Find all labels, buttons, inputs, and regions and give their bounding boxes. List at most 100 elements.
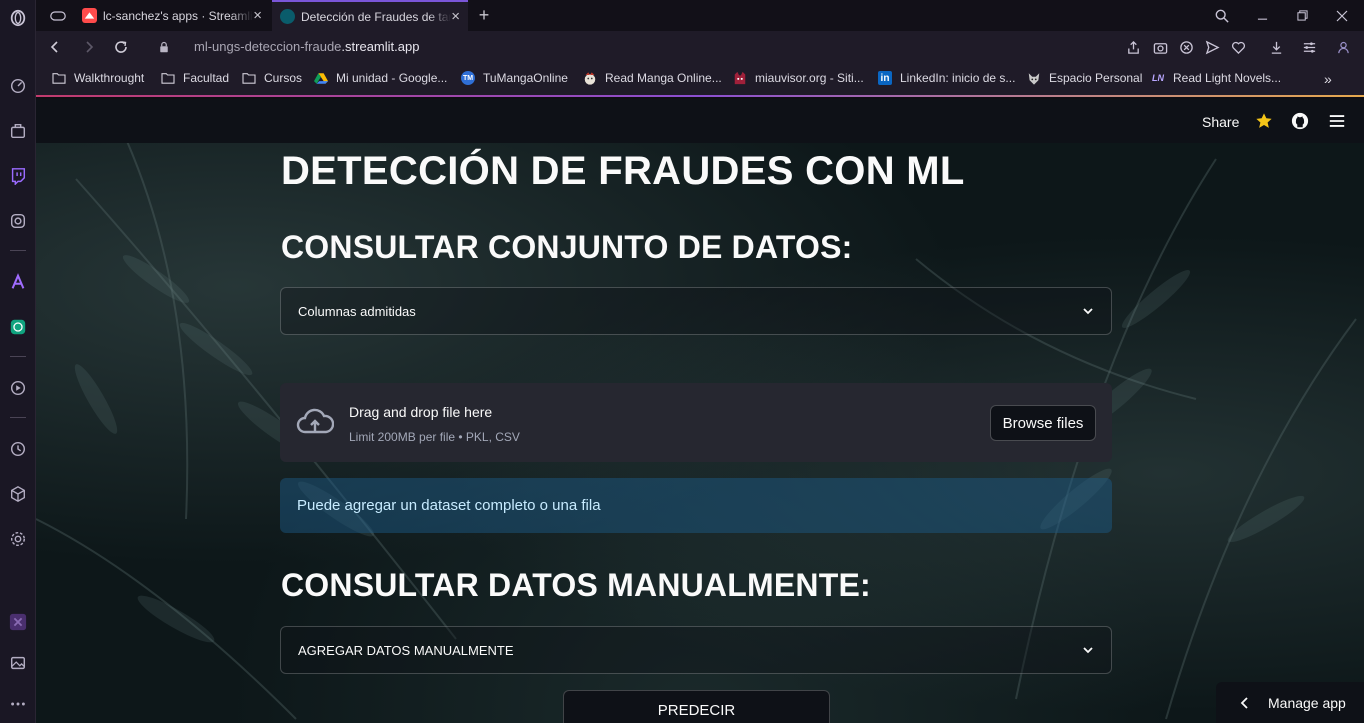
share-page-icon[interactable]	[1123, 37, 1143, 57]
bookmark-label: Walkthrought	[74, 71, 145, 85]
columns-expander[interactable]: Columnas admitidas	[280, 287, 1112, 335]
tmo-icon: TM	[461, 71, 475, 85]
tab-fraud-detection[interactable]: Detección de Fraudes de tarjetas ×	[272, 0, 468, 31]
manage-app-label: Manage app	[1268, 694, 1346, 711]
folder-icon	[242, 71, 256, 85]
manual-data-expander[interactable]: AGREGAR DATOS MANUALMENTE	[280, 626, 1112, 674]
app-favicon-icon	[280, 9, 295, 24]
bookmark-walkthrought[interactable]: Walkthrought	[52, 71, 144, 85]
tab-close-icon[interactable]: ×	[451, 8, 460, 25]
sidebar-divider	[10, 250, 26, 251]
predict-button[interactable]: PREDECIR	[563, 690, 830, 723]
linkedin-icon: in	[878, 71, 892, 85]
star-icon[interactable]	[1255, 112, 1273, 130]
bookmark-label: Read Light Novels...	[1173, 71, 1282, 85]
profile-app-icon[interactable]	[5, 609, 31, 635]
account-icon[interactable]	[1333, 37, 1353, 57]
tab-search-icon[interactable]	[1202, 0, 1242, 31]
cloud-upload-icon	[296, 408, 334, 434]
tab-streamlit-apps[interactable]: lc-sanchez's apps · Streamlit ×	[74, 0, 270, 31]
heart-icon[interactable]	[1228, 37, 1248, 57]
bookmark-label: Facultad	[183, 71, 230, 85]
bookmark-linkedin[interactable]: in LinkedIn: inicio de s...	[878, 71, 1015, 85]
more-dots-icon[interactable]	[5, 691, 31, 717]
minimize-icon[interactable]	[1242, 0, 1282, 31]
info-alert: Puede agregar un dataset completo o una …	[280, 478, 1112, 533]
player-icon[interactable]	[5, 375, 31, 401]
bookmark-label: Mi unidad - Google...	[336, 71, 448, 85]
gallery-icon[interactable]	[5, 650, 31, 676]
opera-logo-icon[interactable]	[5, 5, 31, 31]
streamlit-favicon-icon	[82, 8, 97, 23]
bookmark-espacio-personal[interactable]: Espacio Personal	[1027, 71, 1142, 85]
bookmarks-overflow-button[interactable]: »	[1324, 71, 1332, 87]
settings-gear-icon[interactable]	[5, 526, 31, 552]
bookmark-label: miauvisor.org - Siti...	[755, 71, 864, 85]
snapshot-camera-icon[interactable]	[1150, 37, 1170, 57]
bookmark-label: TuMangaOnline	[483, 71, 568, 85]
tab-close-icon[interactable]: ×	[253, 7, 262, 24]
share-button[interactable]: Share	[1202, 114, 1239, 130]
miauvisor-icon	[733, 71, 747, 85]
gamepad-tab-icon[interactable]	[44, 0, 72, 31]
tab-bar: lc-sanchez's apps · Streamlit × Detecció…	[36, 0, 1364, 31]
section-heading-manual: CONSULTAR DATOS MANUALMENTE:	[281, 567, 871, 603]
bookmark-miauvisor[interactable]: miauvisor.org - Siti...	[733, 71, 864, 85]
sidebar-divider	[10, 417, 26, 418]
bookmark-read-manga[interactable]: Read Manga Online...	[583, 71, 722, 85]
restore-icon[interactable]	[1282, 0, 1322, 31]
manage-app-button[interactable]: Manage app	[1216, 682, 1364, 723]
close-window-icon[interactable]	[1322, 0, 1362, 31]
file-uploader-dropzone[interactable]: Drag and drop file here Limit 200MB per …	[280, 383, 1112, 462]
bookmark-cursos[interactable]: Cursos	[242, 71, 302, 85]
uploader-limit-text: Limit 200MB per file • PKL, CSV	[349, 430, 520, 444]
tab-title: lc-sanchez's apps · Streamlit	[103, 8, 253, 23]
hamburger-menu-icon[interactable]	[1328, 112, 1346, 130]
easy-setup-icon[interactable]	[1299, 37, 1319, 57]
url-domain: .streamlit.app	[341, 39, 420, 54]
ln-icon: LN	[1152, 73, 1164, 83]
url-field[interactable]: ml-ungs-deteccion-fraude.streamlit.app	[194, 39, 419, 54]
bookmark-light-novels[interactable]: LN Read Light Novels...	[1151, 71, 1281, 85]
extensions-cube-icon[interactable]	[5, 481, 31, 507]
browse-files-button[interactable]: Browse files	[990, 405, 1096, 441]
wolf-icon	[1027, 71, 1041, 85]
github-icon[interactable]	[1291, 112, 1309, 130]
history-icon[interactable]	[5, 436, 31, 462]
back-button[interactable]	[40, 31, 70, 62]
info-text: Puede agregar un dataset completo o una …	[297, 497, 601, 514]
bookmark-label: Cursos	[264, 71, 303, 85]
manga-icon	[583, 71, 597, 85]
instagram-icon[interactable]	[5, 208, 31, 234]
chatgpt-icon[interactable]	[5, 314, 31, 340]
google-drive-icon	[314, 71, 328, 85]
sidebar-divider	[10, 356, 26, 357]
bookmark-mi-unidad[interactable]: Mi unidad - Google...	[314, 71, 447, 85]
bookmark-label: LinkedIn: inicio de s...	[900, 71, 1016, 85]
section-heading-dataset: CONSULTAR CONJUNTO DE DATOS:	[281, 229, 853, 265]
tab-title: Detección de Fraudes de tarjetas	[301, 9, 451, 24]
chevron-left-icon	[1240, 696, 1248, 709]
chevron-down-icon	[1083, 308, 1093, 315]
uploader-title: Drag and drop file here	[349, 404, 493, 420]
address-bar: ml-ungs-deteccion-fraude.streamlit.app	[36, 31, 1364, 62]
bookmark-facultad[interactable]: Facultad	[161, 71, 229, 85]
new-tab-button[interactable]: +	[464, 0, 504, 31]
streamlit-app: Share DETECCIÓN DE FRAUDES CON ML CONSUL…	[36, 99, 1364, 723]
bookmark-label: Read Manga Online...	[605, 71, 722, 85]
reload-button[interactable]	[106, 31, 136, 62]
workspaces-icon[interactable]	[5, 118, 31, 144]
streamlit-header: Share	[36, 99, 1364, 143]
speed-dial-icon[interactable]	[5, 73, 31, 99]
folder-icon	[161, 71, 175, 85]
lock-icon[interactable]	[154, 31, 174, 62]
expander-label: Columnas admitidas	[298, 304, 416, 319]
download-icon[interactable]	[1266, 37, 1286, 57]
send-icon[interactable]	[1202, 37, 1222, 57]
twitch-icon[interactable]	[5, 163, 31, 189]
forward-button[interactable]	[74, 31, 104, 62]
aria-icon[interactable]	[5, 269, 31, 295]
url-subdomain: ml-ungs-deteccion-fraude	[194, 39, 342, 54]
adblock-icon[interactable]	[1176, 37, 1196, 57]
bookmark-tumangaonline[interactable]: TM TuMangaOnline	[461, 71, 568, 85]
